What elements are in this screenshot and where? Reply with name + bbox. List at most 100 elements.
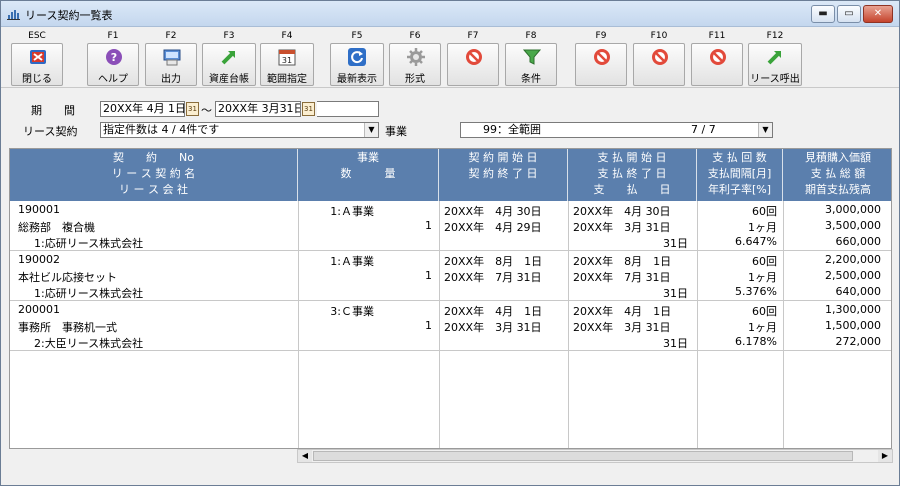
payment-interval: 1ヶ月 xyxy=(748,221,777,234)
purchase-price: 1,300,000 xyxy=(825,303,881,316)
header-total-payment: 支 払 総 額 xyxy=(810,167,866,180)
scroll-right-icon[interactable]: ▶ xyxy=(878,450,892,462)
toolbar-disabled-button[interactable] xyxy=(633,43,685,86)
contract-no: 190001 xyxy=(18,203,60,216)
disabled-icon xyxy=(650,47,670,67)
chevron-down-icon[interactable]: ▼ xyxy=(364,123,378,137)
period-from-field[interactable]: 20XX年 4月 1日 xyxy=(100,101,185,117)
calendar-icon[interactable]: 31 xyxy=(186,102,199,116)
header-contract-no: 契 約 No xyxy=(113,151,194,164)
contract-end-date: 20XX年 4月 29日 xyxy=(444,221,542,234)
contract-name: 総務部 複合機 xyxy=(18,221,95,234)
function-key-label: F9 xyxy=(595,31,607,41)
payment-day: 31日 xyxy=(663,337,688,350)
period-label: 期 間 xyxy=(31,104,75,117)
period-tilde: ～ xyxy=(201,104,212,117)
table-header: 契 約 No リ ー ス 契 約 名 リ ー ス 会 社 事業 数 量 契 約 … xyxy=(10,149,891,201)
toolbar-disabled-button[interactable] xyxy=(447,43,499,86)
header-payment-dates: 支 払 開 始 日 支 払 終 了 日 支 払 日 xyxy=(568,149,697,201)
toolbar-action-button[interactable]: ? ヘルプ xyxy=(87,43,139,86)
toolbar-action-button[interactable]: 資産台帳 xyxy=(202,43,256,86)
header-purchase-price: 見積購入価額 xyxy=(805,151,871,164)
scroll-thumb[interactable] xyxy=(313,451,853,461)
table-row[interactable]: 190001 総務部 複合機 1:応研リース株式会社 1:Ａ事業 1 20XX年 4月 3… xyxy=(10,201,891,251)
function-toolbar: ESC 閉じる F1? ヘルプ F2 出力 F3 資産台帳 F4 31 範囲指定 F5 最新表示 F6 形式… xyxy=(1,28,899,88)
business-name: 1:Ａ事業 xyxy=(330,205,374,218)
close-window-button[interactable]: ✕ xyxy=(863,5,893,23)
toolbar-button-esc: ESC 閉じる xyxy=(7,28,67,86)
horizontal-scrollbar[interactable]: ◀ ▶ xyxy=(297,449,893,463)
toolbar-action-button[interactable]: 閉じる xyxy=(11,43,63,86)
period-to-field[interactable]: 20XX年 3月31日 xyxy=(215,101,301,117)
business-name: 1:Ａ事業 xyxy=(330,255,374,268)
toolbar-disabled-button[interactable] xyxy=(691,43,743,86)
lease-company: 2:大臣リース株式会社 xyxy=(34,337,144,350)
header-lease-company: リ ー ス 会 社 xyxy=(119,183,188,196)
window-title: リース契約一覧表 xyxy=(25,9,113,22)
payment-count: 60回 xyxy=(752,305,777,318)
quantity: 1 xyxy=(425,319,432,332)
disabled-icon xyxy=(708,47,728,67)
disabled-icon xyxy=(464,47,484,67)
payment-start-date: 20XX年 4月 30日 xyxy=(573,205,671,218)
minimize-button[interactable]: ▬ xyxy=(811,5,835,23)
business-count: 7 / 7 xyxy=(691,123,716,136)
payment-interval: 1ヶ月 xyxy=(748,321,777,334)
header-contract-name: リ ー ス 契 約 名 xyxy=(111,167,196,180)
payment-day: 31日 xyxy=(663,287,688,300)
toolbar-button-label: ヘルプ xyxy=(98,74,128,85)
lease-table[interactable]: 契 約 No リ ー ス 契 約 名 リ ー ス 会 社 事業 数 量 契 約 … xyxy=(9,148,892,449)
business-value: 99：全範囲 xyxy=(483,123,541,136)
header-interest-rate: 年利子率[%] xyxy=(707,183,772,196)
toolbar-button-label: 資産台帳 xyxy=(209,74,249,85)
toolbar-button-label: 範囲指定 xyxy=(267,74,307,85)
toolbar-button-f4: F4 31 範囲指定 xyxy=(257,28,317,86)
lease-contract-value: 指定件数は 4 / 4件です xyxy=(103,123,220,136)
header-amounts: 見積購入価額 支 払 総 額 期首支払残高 xyxy=(783,149,891,201)
function-key-label: ESC xyxy=(28,31,46,41)
payment-end-date: 20XX年 7月 31日 xyxy=(573,271,671,284)
app-chart-icon xyxy=(7,10,20,20)
toolbar-button-label: 形式 xyxy=(405,74,425,85)
header-payment-terms: 支 払 回 数 支払間隔[月] 年利子率[%] xyxy=(697,149,783,201)
gear-icon xyxy=(406,47,426,67)
header-business-name: 事業 xyxy=(357,151,379,164)
payment-day: 31日 xyxy=(663,237,688,250)
lease-contract-label: リース契約 xyxy=(23,125,78,138)
toolbar-button-label: 条件 xyxy=(521,74,541,85)
toolbar-button-f9: F9 xyxy=(571,28,631,86)
table-row[interactable]: 190002 本社ビル応接セット 1:応研リース株式会社 1:Ａ事業 1 20XX年 8月… xyxy=(10,251,891,301)
header-payment-day: 支 払 日 xyxy=(593,183,671,196)
calendar-icon[interactable]: 31 xyxy=(302,102,315,116)
toolbar-button-label: 出力 xyxy=(161,74,181,85)
toolbar-action-button[interactable]: 最新表示 xyxy=(330,43,384,86)
filter-icon xyxy=(522,47,542,67)
contract-start-date: 20XX年 4月 1日 xyxy=(444,305,543,318)
payment-count: 60回 xyxy=(752,255,777,268)
arrow-icon xyxy=(765,47,785,67)
contract-no: 190002 xyxy=(18,253,60,266)
lease-contract-select[interactable]: 指定件数は 4 / 4件です ▼ xyxy=(100,122,379,138)
maximize-button[interactable]: ▭ xyxy=(837,5,861,23)
toolbar-button-f3: F3 資産台帳 xyxy=(199,28,259,86)
toolbar-action-button[interactable]: 31 範囲指定 xyxy=(260,43,314,86)
period-spacer xyxy=(317,101,379,117)
payment-start-date: 20XX年 4月 1日 xyxy=(573,305,672,318)
chevron-down-icon[interactable]: ▼ xyxy=(758,123,772,137)
header-payment-end: 支 払 終 了 日 xyxy=(597,167,667,180)
toolbar-button-f11: F11 xyxy=(687,28,747,86)
toolbar-action-button[interactable]: 形式 xyxy=(389,43,441,86)
app-window: リース契約一覧表 ▬ ▭ ✕ ESC 閉じる F1 ? ヘルプ F2 出力 F3 資産台帳 F4 3… xyxy=(0,0,900,486)
toolbar-action-button[interactable]: 条件 xyxy=(505,43,557,86)
toolbar-action-button[interactable]: リース呼出 xyxy=(748,43,802,86)
toolbar-disabled-button[interactable] xyxy=(575,43,627,86)
business-select[interactable]: 99：全範囲 7 / 7 ▼ xyxy=(460,122,773,138)
toolbar-action-button[interactable]: 出力 xyxy=(145,43,197,86)
contract-name: 事務所 事務机一式 xyxy=(18,321,117,334)
scroll-left-icon[interactable]: ◀ xyxy=(298,450,312,462)
function-key-label: F8 xyxy=(525,31,537,41)
table-row[interactable]: 200001 事務所 事務机一式 2:大臣リース株式会社 3:Ｃ事業 1 20XX年 4月… xyxy=(10,301,891,351)
payment-end-date: 20XX年 3月 31日 xyxy=(573,321,671,334)
toolbar-button-f2: F2 出力 xyxy=(141,28,201,86)
function-key-label: F1 xyxy=(107,31,119,41)
